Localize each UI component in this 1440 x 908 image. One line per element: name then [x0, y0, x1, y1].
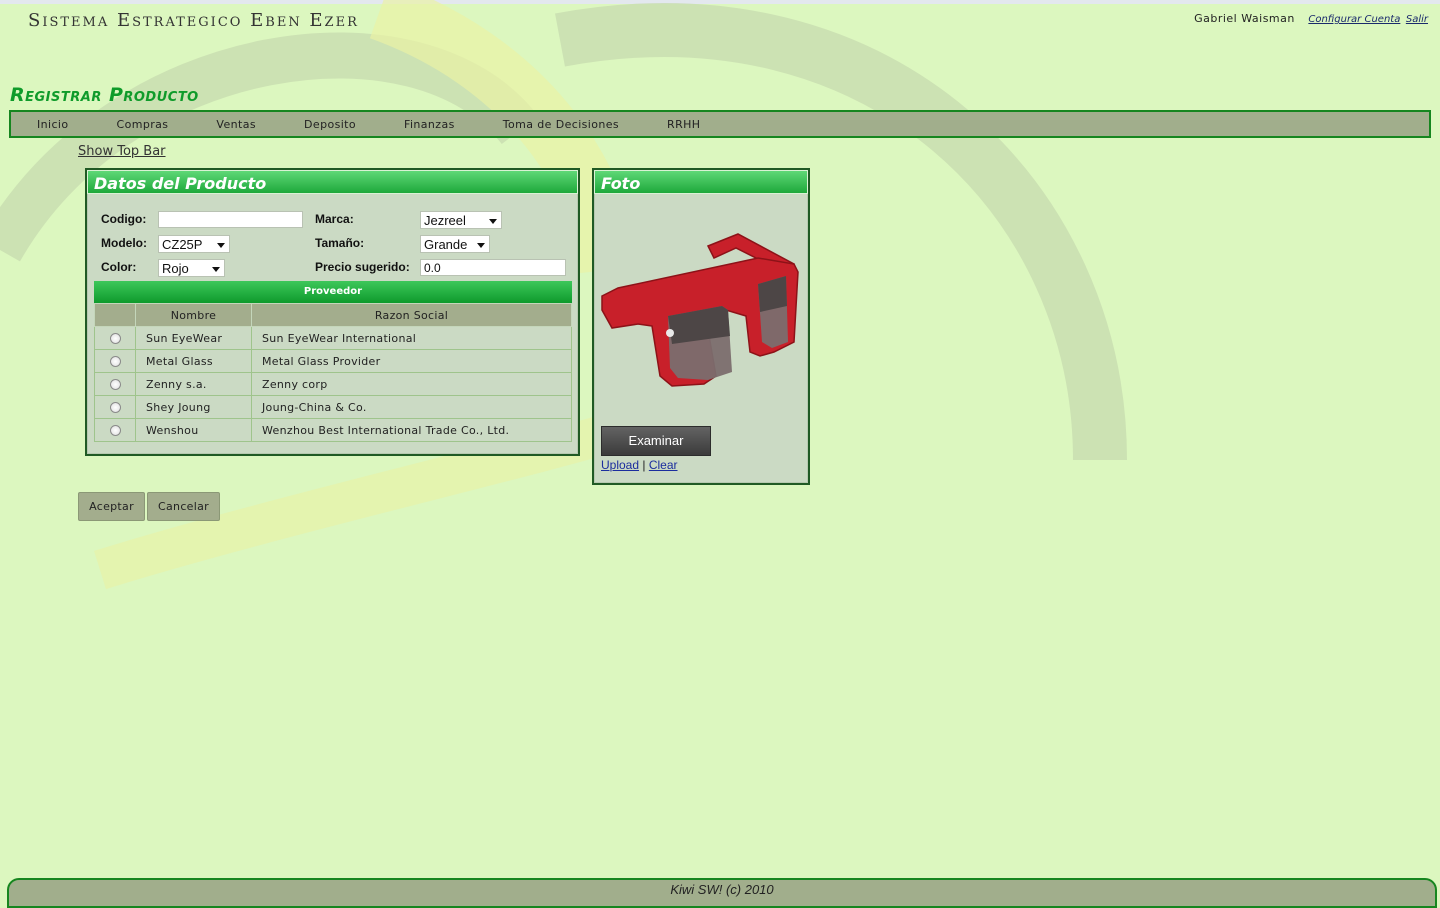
- proveedor-header: Proveedor: [94, 281, 572, 303]
- chevron-down-icon: [477, 243, 485, 248]
- proveedor-razon: Sun EyeWear International: [251, 326, 572, 350]
- user-bar: Gabriel Waisman Configurar Cuenta Salir: [1194, 12, 1428, 25]
- color-value: Rojo: [162, 261, 189, 276]
- product-photo: [601, 233, 799, 387]
- color-select[interactable]: Rojo: [158, 259, 225, 277]
- menu-item-toma-de-decisiones[interactable]: Toma de Decisiones: [503, 118, 619, 131]
- proveedor-nombre: Metal Glass: [135, 349, 252, 373]
- marca-select[interactable]: Jezreel: [420, 211, 502, 229]
- proveedor-nombre: Shey Joung: [135, 395, 252, 419]
- configure-account-link[interactable]: Configurar Cuenta: [1308, 14, 1400, 25]
- logout-link[interactable]: Salir: [1406, 14, 1428, 25]
- chevron-down-icon: [217, 243, 225, 248]
- table-row[interactable]: Wenshou Wenzhou Best International Trade…: [94, 418, 572, 442]
- precio-label: Precio sugerido:: [315, 260, 410, 274]
- main-menu: Inicio Compras Ventas Deposito Finanzas …: [9, 110, 1431, 138]
- table-row[interactable]: Sun EyeWear Sun EyeWear International: [94, 326, 572, 350]
- proveedor-radio[interactable]: [109, 402, 121, 413]
- marca-value: Jezreel: [424, 213, 466, 228]
- menu-item-rrhh[interactable]: RRHH: [667, 118, 700, 131]
- proveedor-radio[interactable]: [109, 333, 121, 344]
- table-row[interactable]: Zenny s.a. Zenny corp: [94, 372, 572, 396]
- photo-actions: Upload | Clear: [601, 458, 678, 472]
- nombre-column-header: Nombre: [135, 303, 252, 327]
- proveedor-nombre: Sun EyeWear: [135, 326, 252, 350]
- footer: Kiwi SW! (c) 2010: [7, 878, 1437, 908]
- tamano-select[interactable]: Grande: [420, 235, 490, 253]
- product-data-panel: Datos del Producto Codigo: Marca: Jezree…: [85, 168, 580, 456]
- photo-panel: Foto Examinar Upload | Clear: [592, 168, 810, 485]
- proveedor-nombre: Zenny s.a.: [135, 372, 252, 396]
- browse-button[interactable]: Examinar: [601, 426, 711, 456]
- table-row[interactable]: Shey Joung Joung-China & Co.: [94, 395, 572, 419]
- color-label: Color:: [101, 260, 137, 274]
- cancel-button[interactable]: Cancelar: [147, 492, 220, 521]
- modelo-value: CZ25P: [162, 237, 203, 252]
- table-row[interactable]: Metal Glass Metal Glass Provider: [94, 349, 572, 373]
- top-border: [0, 0, 1440, 4]
- photo-header: Foto: [594, 170, 808, 194]
- proveedor-nombre: Wenshou: [135, 418, 252, 442]
- select-column-header: [94, 303, 136, 327]
- show-top-bar-link[interactable]: Show Top Bar: [78, 144, 166, 159]
- precio-input[interactable]: 0.0: [420, 259, 566, 276]
- proveedor-razon: Wenzhou Best International Trade Co., Lt…: [251, 418, 572, 442]
- product-data-header: Datos del Producto: [87, 170, 578, 194]
- marca-label: Marca:: [315, 212, 354, 226]
- modelo-select[interactable]: CZ25P: [158, 235, 230, 253]
- chevron-down-icon: [489, 219, 497, 224]
- proveedor-razon: Zenny corp: [251, 372, 572, 396]
- menu-item-finanzas[interactable]: Finanzas: [404, 118, 455, 131]
- chevron-down-icon: [212, 267, 220, 272]
- tamano-value: Grande: [424, 237, 468, 252]
- menu-item-deposito[interactable]: Deposito: [304, 118, 356, 131]
- codigo-label: Codigo:: [101, 212, 147, 226]
- upload-link[interactable]: Upload: [601, 458, 639, 472]
- razon-social-column-header: Razon Social: [251, 303, 572, 327]
- app-title: Sistema Estrategico Eben Ezer: [28, 10, 359, 31]
- proveedor-radio[interactable]: [109, 356, 121, 367]
- proveedor-table: Nombre Razon Social Sun EyeWear Sun EyeW…: [94, 303, 572, 442]
- menu-item-ventas[interactable]: Ventas: [216, 118, 256, 131]
- link-separator: |: [642, 458, 646, 472]
- modelo-label: Modelo:: [101, 236, 147, 250]
- user-name: Gabriel Waisman: [1194, 12, 1295, 25]
- accept-button[interactable]: Aceptar: [78, 492, 145, 521]
- proveedor-radio[interactable]: [109, 379, 121, 390]
- proveedor-radio[interactable]: [109, 425, 121, 436]
- clear-link[interactable]: Clear: [649, 458, 678, 472]
- proveedor-razon: Joung-China & Co.: [251, 395, 572, 419]
- codigo-input[interactable]: [158, 211, 303, 228]
- menu-item-inicio[interactable]: Inicio: [37, 118, 69, 131]
- proveedor-razon: Metal Glass Provider: [251, 349, 572, 373]
- tamano-label: Tamaño:: [315, 236, 365, 250]
- page-title: Registrar Producto: [10, 84, 199, 106]
- menu-item-compras[interactable]: Compras: [117, 118, 169, 131]
